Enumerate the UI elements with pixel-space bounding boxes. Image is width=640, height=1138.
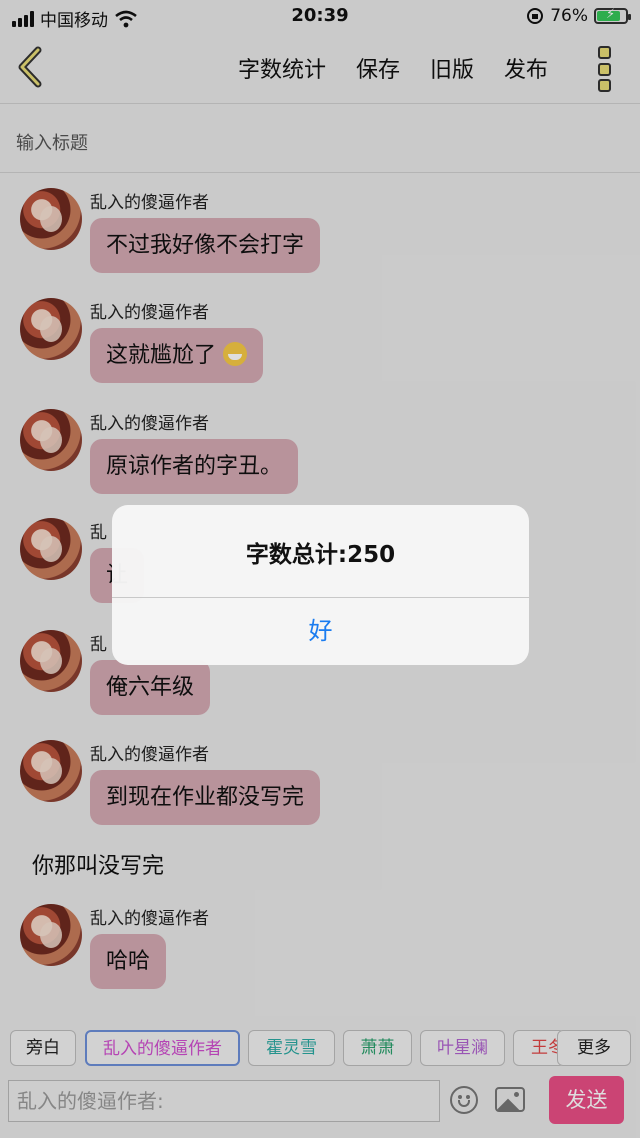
alert-ok-button[interactable]: 好 [112, 598, 529, 665]
alert-message: 字数总计:250 [245, 542, 396, 568]
word-count-alert: 字数总计:250 好 [112, 505, 529, 665]
